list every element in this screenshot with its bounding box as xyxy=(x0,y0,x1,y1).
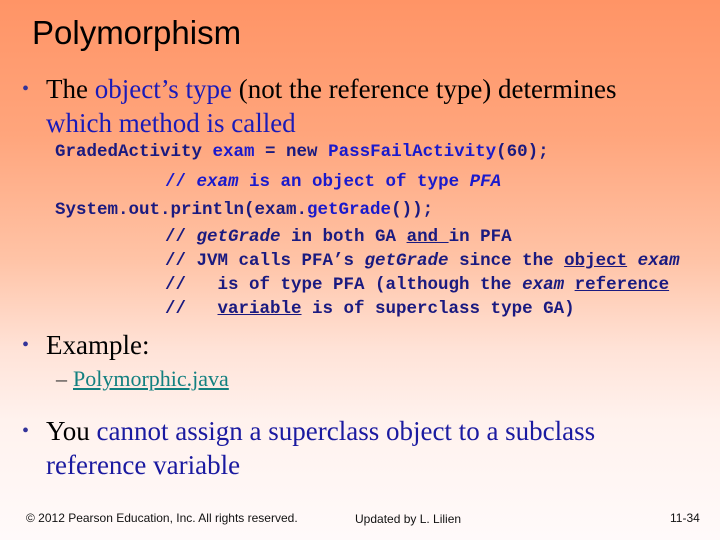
slide-title: Polymorphism xyxy=(32,14,242,51)
bullet-cannot-assign: • You cannot assign a superclass object … xyxy=(22,416,596,480)
code-comment-4: // variable is of superclass type GA) xyxy=(165,299,575,319)
bullet-icon: • xyxy=(22,78,30,100)
bullet-icon: • xyxy=(22,334,30,356)
code-line-3: System.out.println(exam.getGrade()); xyxy=(55,200,434,220)
example-subitem: – Polymorphic.java xyxy=(56,366,229,392)
code-line-1: GradedActivity exam = new PassFailActivi… xyxy=(55,142,549,162)
dash-icon: – xyxy=(56,366,67,391)
footer-page-number: 11-34 xyxy=(670,511,700,525)
code-comment-2: // JVM calls PFA’s getGrade since the ob… xyxy=(165,251,680,271)
code-line-2: // exam is an object of type PFA xyxy=(165,172,502,192)
bullet-example: • Example: xyxy=(22,330,150,360)
footer-updated: Updated by L. Lilien xyxy=(355,512,462,526)
code-comment-3: // is of type PFA (although the exam ref… xyxy=(165,275,670,295)
bullet-icon: • xyxy=(22,420,30,442)
bullet-object-type: • The object’s type (not the reference t… xyxy=(22,74,617,138)
polymorphic-java-link[interactable]: Polymorphic.java xyxy=(73,366,229,391)
code-comment-1: // getGrade in both GA and in PFA xyxy=(165,227,512,247)
footer-copyright: © 2012 Pearson Education, Inc. All right… xyxy=(26,511,298,525)
